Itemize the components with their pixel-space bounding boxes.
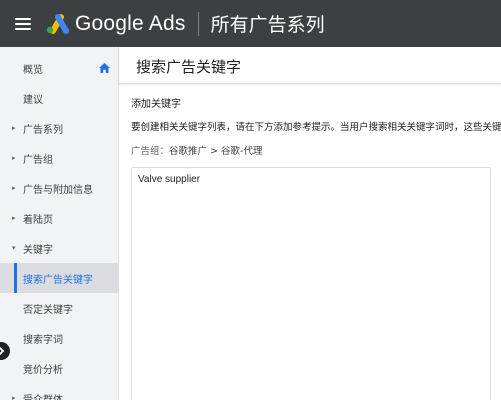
page-header: 搜索广告关键字	[119, 47, 501, 84]
top-app-bar: Google Ads 所有广告系列	[0, 0, 501, 47]
sidebar-item-negative-keywords[interactable]: 否定关键字	[0, 293, 118, 323]
sidebar-item-label: 广告与附加信息	[23, 184, 93, 196]
sidebar-item-audiences[interactable]: ▸ 受众群体	[0, 383, 118, 400]
chevron-right-icon: ▸	[12, 154, 16, 162]
chevron-right-icon: ▸	[12, 214, 16, 222]
sidebar-item-label: 否定关键字	[23, 304, 73, 316]
breadcrumb: 广告组：谷歌推广 > 谷歌-代理	[131, 143, 262, 157]
home-icon	[99, 63, 110, 73]
chevron-right-icon: ▸	[12, 124, 16, 132]
chevron-right-icon: ▸	[12, 394, 16, 400]
menu-icon[interactable]	[15, 17, 31, 30]
sidebar-item-label: 关键字	[23, 244, 53, 256]
sidebar-item-label: 建议	[23, 94, 43, 106]
chevron-right-icon: ▸	[12, 184, 16, 192]
chevron-right-icon	[0, 346, 5, 356]
keyword-input[interactable]: Valve supplier	[131, 167, 491, 400]
sidebar-item-search-terms[interactable]: 搜索字词	[0, 323, 118, 353]
main-content: 搜索广告关键字 添加关键字 要创建相关关键字列表，请在下方添加参考提示。当用户搜…	[119, 47, 501, 400]
section-title: 添加关键字	[131, 99, 181, 110]
sidebar-item-campaigns[interactable]: ▸ 广告系列	[0, 113, 118, 143]
sidebar-item-label: 广告组	[23, 154, 53, 166]
sidebar-item-label: 概览	[23, 64, 43, 76]
sidebar-item-overview[interactable]: 概览	[0, 53, 118, 83]
sidebar-item-ad-groups[interactable]: ▸ 广告组	[0, 143, 118, 173]
sidebar-item-recommendations[interactable]: 建议	[0, 83, 118, 113]
keyword-input-text: Valve supplier	[138, 174, 201, 185]
sidebar-item-label: 搜索字词	[23, 334, 63, 346]
breadcrumb-value[interactable]: 谷歌推广 > 谷歌-代理	[169, 146, 262, 157]
sidebar-nav: 概览 建议 ▸ 广告系列 ▸ 广告组 ▸ 广告与附加信息 ▸ 着陆页 ▾ 关键字…	[0, 47, 119, 400]
sidebar-item-search-keywords[interactable]: 搜索广告关键字	[0, 263, 118, 293]
sidebar-item-label: 受众群体	[23, 394, 63, 400]
scope-title[interactable]: 所有广告系列	[211, 10, 325, 37]
page-title: 搜索广告关键字	[136, 58, 242, 76]
sidebar-item-landing-pages[interactable]: ▸ 着陆页	[0, 203, 118, 233]
sidebar-item-label: 着陆页	[23, 214, 53, 226]
header-divider	[197, 11, 199, 36]
sidebar-item-auction-insights[interactable]: 竞价分析	[0, 353, 118, 383]
app-brand: Google Ads	[75, 11, 186, 35]
sidebar-item-ads-extensions[interactable]: ▸ 广告与附加信息	[0, 173, 118, 203]
google-ads-logo-icon	[45, 13, 69, 34]
active-indicator	[14, 263, 17, 293]
instructions-text: 要创建相关关键字列表，请在下方添加参考提示。当用户搜索相关关键字词时，这些关键字	[131, 122, 501, 133]
sidebar-item-label: 广告系列	[23, 124, 63, 136]
chevron-down-icon: ▾	[12, 244, 16, 252]
sidebar-item-keywords[interactable]: ▾ 关键字	[0, 233, 118, 263]
sidebar-item-label: 竞价分析	[23, 364, 63, 376]
sidebar-item-label: 搜索广告关键字	[23, 274, 93, 286]
breadcrumb-label: 广告组：	[131, 146, 170, 157]
